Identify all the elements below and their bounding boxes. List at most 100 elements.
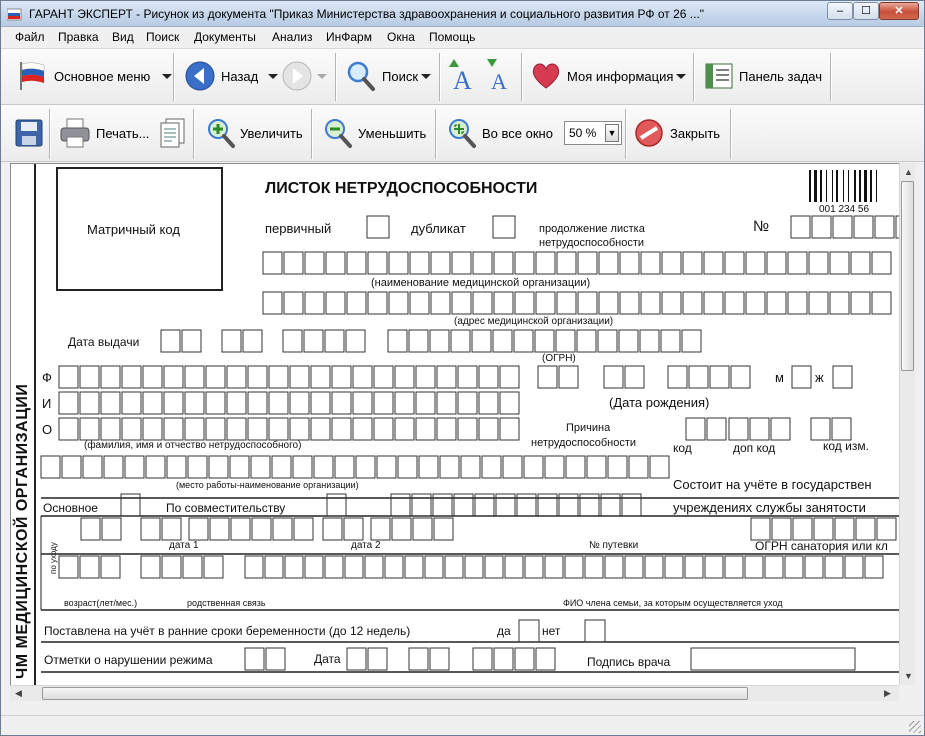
form-heading: ЛИСТОК НЕТРУДОСПОСОБНОСТИ <box>265 180 538 197</box>
menu-search[interactable]: Поиск <box>146 30 179 44</box>
menu-infarm[interactable]: ИнФарм <box>326 30 372 44</box>
sanatorium-ogrn-caption: ОГРН санатория или кл <box>755 539 888 553</box>
zoom-select[interactable]: 50 % ▼ <box>564 121 622 145</box>
extra-code-label: доп код <box>733 441 776 455</box>
svg-text:A: A <box>453 66 472 93</box>
horizontal-scroll-thumb[interactable] <box>42 687 748 700</box>
patronymic-letter: О <box>42 422 53 437</box>
scroll-up-icon[interactable]: ▲ <box>904 167 913 177</box>
no-entry-icon <box>635 119 663 147</box>
kinship-caption: родственная связь <box>187 598 266 608</box>
med-org-name-caption: (наименование медицинской организации) <box>371 277 591 289</box>
continuation-label-1: продолжение листка <box>539 223 645 235</box>
menu-documents[interactable]: Документы <box>194 30 256 44</box>
scroll-down-icon[interactable]: ▼ <box>904 671 913 681</box>
search-label: Поиск <box>382 68 419 84</box>
font-increase-icon: A <box>449 59 472 93</box>
panel-icon <box>705 63 733 89</box>
main-toolbar: Основное меню Назад Поиск A A Моя информ… <box>1 49 924 105</box>
scroll-right-icon[interactable]: ▶ <box>884 688 891 699</box>
med-org-address-caption: (адрес медицинской организации) <box>454 316 614 327</box>
main-menu-label: Основное меню <box>54 68 151 84</box>
maximize-button[interactable]: ☐ <box>853 2 879 20</box>
name-letter: И <box>42 396 52 411</box>
zoom-value: 50 % <box>569 126 597 140</box>
forward-button[interactable] <box>281 60 327 92</box>
heart-icon <box>532 63 560 89</box>
duplicate-label: дубликат <box>411 221 466 236</box>
family-member-caption: ФИО члена семьи, за которым осуществляет… <box>563 598 783 608</box>
my-info-label: Моя информация <box>567 68 674 84</box>
flag-icon <box>20 62 45 90</box>
zoom-in-button[interactable]: Увеличить <box>206 117 303 149</box>
minimize-button[interactable]: – <box>827 2 853 20</box>
zoom-out-button[interactable]: Уменьшить <box>323 117 426 149</box>
vertical-scroll-thumb[interactable] <box>901 181 914 371</box>
horizontal-scrollbar[interactable]: ◀ ▶ <box>10 685 899 701</box>
chevron-down-icon <box>162 73 173 79</box>
chevron-down-icon <box>676 73 687 79</box>
taskbar-label: Панель задач <box>739 68 823 84</box>
doctor-signature-label: Подпись врача <box>587 655 671 669</box>
menu-bar: Файл Правка Вид Поиск Документы Анализ И… <box>1 27 924 49</box>
female-label: ж <box>815 370 824 385</box>
font-decrease-button[interactable]: A <box>483 57 515 93</box>
continuation-label-2: нетрудоспособности <box>539 237 645 249</box>
close-document-label: Закрыть <box>670 125 721 141</box>
print-preview-button[interactable] <box>158 117 188 149</box>
font-increase-button[interactable]: A <box>445 57 477 93</box>
employment-label-1: Состоит на учёте в государствен <box>673 477 872 492</box>
print-preview-icon <box>160 118 185 148</box>
search-icon <box>347 61 375 91</box>
date1-caption: дата 1 <box>169 540 199 551</box>
scroll-left-icon[interactable]: ◀ <box>15 688 22 699</box>
full-name-caption: (фамилия, имя и отчество нетрудоспособно… <box>84 440 302 451</box>
vertical-scrollbar[interactable]: ▲ ▼ <box>899 163 915 685</box>
fit-window-button[interactable]: Во все окно <box>447 117 553 149</box>
arrow-left-icon <box>185 61 215 91</box>
arrow-right-icon <box>282 61 312 91</box>
ogrn-caption: (ОГРН) <box>542 353 576 364</box>
surname-letter: Ф <box>42 370 52 385</box>
title-bar[interactable]: ГАРАНТ ЭКСПЕРТ - Рисунок из документа "П… <box>1 1 924 27</box>
back-button[interactable]: Назад <box>184 60 279 92</box>
print-button[interactable]: Печать... <box>59 117 149 149</box>
voucher-number-caption: № путевки <box>589 540 639 551</box>
chevron-down-icon <box>317 73 327 79</box>
main-menu-button[interactable]: Основное меню <box>18 61 173 91</box>
my-info-button[interactable]: Моя информация <box>531 61 687 91</box>
employment-label-2: учреждениях службы занятости <box>673 500 866 515</box>
yes-label: да <box>497 624 511 638</box>
menu-analysis[interactable]: Анализ <box>272 30 313 44</box>
age-caption: возраст(лет/мес.) <box>64 598 138 608</box>
resize-grip-icon[interactable] <box>909 721 921 733</box>
menu-view[interactable]: Вид <box>112 30 134 44</box>
changed-code-label: код изм. <box>823 439 869 453</box>
save-icon <box>15 119 43 147</box>
menu-edit[interactable]: Правка <box>58 30 99 44</box>
zoom-in-icon <box>208 119 235 148</box>
print-label: Печать... <box>96 125 150 141</box>
male-label: м <box>775 370 784 385</box>
document-viewport[interactable]: ЛИСТОК НЕТРУДОСПОСОБНОСТИ Матричный код … <box>10 163 899 685</box>
chevron-down-icon[interactable]: ▼ <box>605 124 619 142</box>
document-toolbar: Печать... Увеличить Уменьшить Во все окн… <box>1 105 924 162</box>
search-button[interactable]: Поиск <box>346 60 432 92</box>
close-document-button[interactable]: Закрыть <box>634 118 720 148</box>
fit-window-label: Во все окно <box>482 125 553 141</box>
primary-label: первичный <box>265 221 332 236</box>
font-decrease-icon: A <box>487 59 507 93</box>
save-button[interactable] <box>15 119 43 147</box>
barcode-digits: 001 234 56 <box>819 204 870 215</box>
reason-label-1: Причина <box>566 422 611 434</box>
close-window-button[interactable]: ✕ <box>879 2 919 20</box>
menu-windows[interactable]: Окна <box>387 30 415 44</box>
fit-window-icon <box>449 119 476 148</box>
window-title: ГАРАНТ ЭКСПЕРТ - Рисунок из документа "П… <box>29 7 705 21</box>
vertical-org-label: ЧМ МЕДИЦИНСКОЙ ОРГАНИЗАЦИИ <box>14 383 31 679</box>
printer-icon <box>60 118 90 148</box>
menu-help[interactable]: Помощь <box>429 30 475 44</box>
birth-date-caption: (Дата рождения) <box>609 395 710 410</box>
taskbar-button[interactable]: Панель задач <box>705 63 822 89</box>
menu-file[interactable]: Файл <box>15 30 45 44</box>
